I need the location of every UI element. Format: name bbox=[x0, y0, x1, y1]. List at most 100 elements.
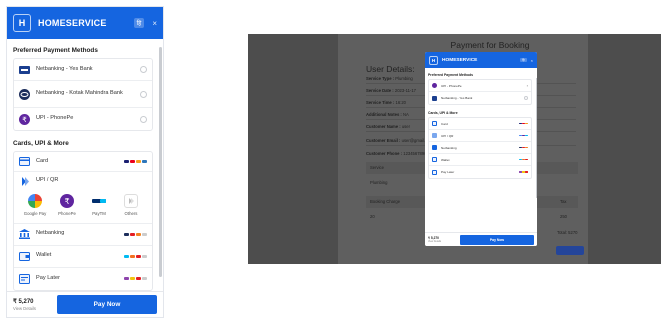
booking-charge-value: 20 bbox=[370, 214, 375, 219]
detail-customer-phone: Customer Phone : 1234567890 bbox=[366, 151, 427, 156]
paytm-icon bbox=[92, 194, 106, 208]
more-methods-title: Cards, UPI & More bbox=[428, 111, 458, 115]
detail-service-type: Service Type : Plumbing bbox=[366, 76, 413, 81]
method-netbanking[interactable]: Netbanking bbox=[429, 142, 531, 154]
method-label: Wallet bbox=[36, 252, 52, 259]
phonepe-icon: ₹ bbox=[60, 194, 74, 208]
kotak-bank-icon bbox=[19, 88, 30, 100]
phonepe-icon bbox=[432, 83, 437, 88]
detail-customer-name: Customer Name : user bbox=[366, 124, 410, 129]
method-upi-qr[interactable]: UPI / QR bbox=[14, 172, 152, 190]
more-methods-title: Cards, UPI & More bbox=[13, 140, 69, 147]
preferred-methods-title: Preferred Payment Methods bbox=[428, 73, 474, 77]
detail-customer-email: Customer Email : user@gmail.com bbox=[366, 138, 434, 143]
method-card[interactable]: Card bbox=[14, 152, 152, 172]
modal-body: Preferred Payment Methods UPI - PhonePe … bbox=[425, 68, 535, 232]
preferred-methods-title: Preferred Payment Methods bbox=[13, 47, 98, 54]
checkout-header: H HOMESERVICE हि × bbox=[7, 7, 163, 39]
bank-logos bbox=[124, 232, 147, 236]
method-upi-qr[interactable]: UPI / QR bbox=[429, 130, 531, 142]
radio-button[interactable] bbox=[140, 90, 147, 98]
view-details-link[interactable]: View Details bbox=[428, 240, 441, 243]
netbanking-icon bbox=[432, 145, 437, 150]
upi-app-icons bbox=[519, 134, 528, 137]
method-label: Netbanking bbox=[36, 230, 65, 237]
modal-header: H HOMESERVICE हि × bbox=[425, 52, 537, 68]
total-amount: ₹ 5,270 bbox=[13, 299, 34, 305]
bank-logos bbox=[519, 146, 528, 149]
card-icon bbox=[19, 156, 30, 167]
more-methods-list: Card UPI / QR Netbanking Wallet Pay Late… bbox=[428, 117, 532, 179]
close-icon[interactable]: × bbox=[152, 19, 157, 28]
user-details-heading: User Details: bbox=[366, 64, 415, 74]
scrollbar[interactable] bbox=[159, 47, 162, 277]
radio-button[interactable] bbox=[140, 66, 147, 73]
wallet-icon bbox=[19, 251, 30, 262]
upi-app-phonepe[interactable]: ₹ PhonePe bbox=[54, 194, 80, 217]
chevron-right-icon: › bbox=[526, 83, 528, 88]
pay-button-behind-overlay bbox=[556, 246, 584, 255]
method-label: Pay Later bbox=[36, 274, 60, 281]
wallet-logos bbox=[519, 158, 528, 161]
preferred-netbanking-kotak[interactable]: Netbanking - Kotak Mahindra Bank bbox=[14, 81, 152, 108]
view-details-link[interactable]: View Details bbox=[13, 306, 57, 311]
pay-later-logos bbox=[124, 277, 147, 281]
upi-icon bbox=[432, 133, 437, 138]
upi-icon bbox=[19, 176, 30, 187]
screenshot-root: H HOMESERVICE हि × Preferred Payment Met… bbox=[0, 0, 662, 320]
language-toggle[interactable]: हि bbox=[520, 58, 527, 62]
wallet-logos bbox=[124, 254, 147, 258]
preferred-methods-list: UPI - PhonePe › Netbanking - Yes Bank bbox=[428, 79, 532, 105]
detail-additional-notes: Additional Notes : NA bbox=[366, 112, 409, 117]
total-value: Total: 5270 bbox=[557, 230, 578, 235]
modal-footer: ₹ 5,270 View Details Pay Now bbox=[425, 232, 537, 246]
booking-page-title: Payment for Booking bbox=[450, 40, 530, 50]
upi-app-paytm[interactable]: PayTM bbox=[86, 194, 112, 217]
brand-name: HOMESERVICE bbox=[38, 18, 107, 28]
bank-icon bbox=[19, 64, 30, 75]
pay-now-button[interactable]: Pay Now bbox=[460, 234, 534, 245]
method-label: UPI / QR bbox=[36, 177, 59, 184]
radio-button[interactable] bbox=[140, 115, 147, 123]
method-wallet[interactable]: Wallet bbox=[429, 154, 531, 166]
detail-service-date: Service Date : 2023-11-17 bbox=[366, 88, 416, 93]
card-icon bbox=[432, 121, 437, 126]
preferred-methods-list: Netbanking - Yes Bank Netbanking - Kotak… bbox=[13, 58, 153, 131]
more-methods-list: Card UPI / QR Google Pay ₹ PhonePe PayTM… bbox=[13, 151, 153, 291]
phonepe-icon: ₹ bbox=[19, 113, 30, 125]
method-netbanking[interactable]: Netbanking bbox=[14, 224, 152, 246]
checkout-panel: H HOMESERVICE हि × Preferred Payment Met… bbox=[6, 6, 164, 318]
method-card[interactable]: Card bbox=[429, 118, 531, 130]
preferred-netbanking-yes-bank[interactable]: Netbanking - Yes Bank bbox=[429, 92, 531, 104]
method-wallet[interactable]: Wallet bbox=[14, 246, 152, 268]
method-pay-later[interactable]: Pay Later bbox=[429, 166, 531, 178]
card-network-icons bbox=[519, 122, 528, 125]
method-label: UPI - PhonePe bbox=[36, 115, 74, 122]
pay-later-logos bbox=[519, 171, 528, 173]
upi-others-icon bbox=[124, 194, 138, 208]
pay-now-button[interactable]: Pay Now bbox=[57, 295, 157, 314]
scrollbar[interactable] bbox=[535, 78, 537, 198]
netbanking-icon bbox=[19, 229, 30, 240]
preferred-netbanking-yes-bank[interactable]: Netbanking - Yes Bank bbox=[14, 59, 152, 81]
method-label: Netbanking - Yes Bank bbox=[36, 65, 93, 72]
service-table-value: Plumbing bbox=[370, 180, 388, 185]
preferred-upi-phonepe[interactable]: ₹ UPI - PhonePe bbox=[14, 108, 152, 130]
checkout-footer: ₹ 5,270 View Details Pay Now bbox=[7, 291, 163, 317]
card-network-icons bbox=[124, 160, 147, 163]
radio-button[interactable] bbox=[524, 96, 528, 100]
language-toggle[interactable]: हि bbox=[133, 18, 145, 28]
tax-value: 250 bbox=[560, 214, 567, 219]
upi-app-others[interactable]: Others bbox=[118, 194, 144, 217]
method-pay-later[interactable]: Pay Later bbox=[14, 268, 152, 290]
checkout-modal: H HOMESERVICE हि × Preferred Payment Met… bbox=[425, 52, 537, 246]
close-icon[interactable]: × bbox=[531, 58, 533, 63]
pay-later-icon bbox=[432, 169, 437, 175]
wallet-icon bbox=[432, 157, 437, 162]
checkout-body: Preferred Payment Methods Netbanking - Y… bbox=[7, 39, 159, 291]
upi-app-google-pay[interactable]: Google Pay bbox=[22, 194, 48, 217]
preferred-upi-phonepe[interactable]: UPI - PhonePe › bbox=[429, 80, 531, 92]
brand-logo: H bbox=[13, 14, 31, 32]
method-label: Card bbox=[36, 157, 49, 164]
detail-service-time: Service Time : 16:20 bbox=[366, 100, 406, 105]
